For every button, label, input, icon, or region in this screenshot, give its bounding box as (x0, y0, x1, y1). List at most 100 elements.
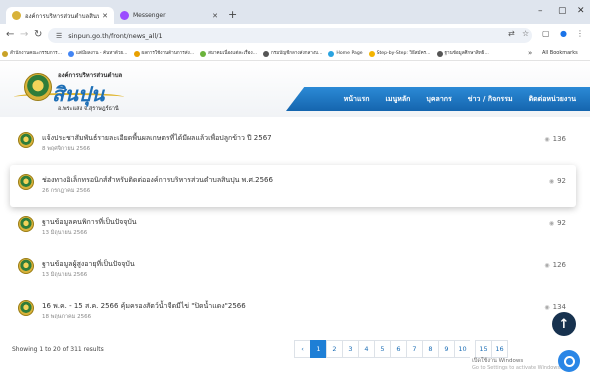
org-seal-icon (18, 300, 34, 316)
bookmark-favicon-icon (436, 50, 443, 57)
bookmark-favicon-icon (2, 50, 8, 57)
bookmark-favicon-icon (68, 50, 75, 57)
tab-sinpun[interactable]: องค์การบริหารส่วนตำบลสินปุน อ.เขา ✕ (6, 7, 114, 24)
news-date: 13 มิถุนายน 2566 (42, 230, 88, 236)
nav-main-menu[interactable]: เมนูหลัก (385, 94, 410, 105)
bookmark-item[interactable]: Home Page (328, 50, 363, 57)
page-button[interactable]: 1 (310, 340, 327, 358)
activate-windows-title: เปิดใช้งาน Windows (472, 358, 524, 364)
page-button[interactable]: 9 (438, 340, 455, 358)
messenger-chat-button[interactable] (558, 350, 580, 372)
nav-home[interactable]: หน้าแรก (344, 94, 370, 105)
reload-icon[interactable]: ↻ (34, 29, 42, 40)
bookmark-item[interactable]: กรมบัญชีกลางส่งกลางบ... (263, 50, 322, 57)
nav-contact[interactable]: ติดต่อหน่วยงาน (529, 94, 576, 105)
page-button[interactable]: 2 (326, 340, 343, 358)
view-count: ◉ 126 (544, 261, 566, 269)
news-title[interactable]: ช่องทางอิเล็กทรอนิกส์สำหรับติดต่อองค์การ… (42, 175, 273, 186)
menu-kebab-icon[interactable]: ⋮ (576, 29, 584, 38)
nav-news[interactable]: ข่าว / กิจกรรม (468, 94, 513, 105)
list-item[interactable]: ฐานข้อมูลคนพิการที่เป็นปัจจุบัน 13 มิถุน… (10, 207, 576, 249)
page-button[interactable]: 3 (342, 340, 359, 358)
profile-avatar-icon[interactable]: ● (560, 29, 567, 38)
page-button[interactable]: 10 (454, 340, 471, 358)
all-bookmarks-button[interactable]: All Bookmarks (542, 50, 578, 56)
bookmark-favicon-icon (133, 50, 140, 57)
eye-icon: ◉ (544, 135, 550, 143)
page-button[interactable]: 7 (406, 340, 423, 358)
bookmarks-bar: สำนักงานคณะกรรมการ... แต่มีผลงาน - ค้นหา… (0, 47, 590, 61)
prev-page-button[interactable]: ‹ (294, 340, 311, 358)
page-button[interactable]: 6 (390, 340, 407, 358)
org-seal-icon (18, 216, 34, 232)
page-button[interactable]: 15 (475, 340, 492, 358)
back-arrow-icon[interactable]: ← (6, 29, 14, 40)
news-title[interactable]: ฐานข้อมูลคนพิการที่เป็นปัจจุบัน (42, 217, 137, 228)
maximize-button[interactable]: ▢ (558, 6, 567, 16)
page-button[interactable]: 4 (358, 340, 375, 358)
extensions-icon[interactable]: ▢ (542, 29, 550, 38)
bookmark-star-icon[interactable]: ☆ (522, 29, 529, 38)
results-count: Showing 1 to 20 of 311 results (12, 346, 104, 353)
bookmark-favicon-icon (200, 50, 207, 57)
org-seal-icon (18, 132, 34, 148)
address-bar[interactable]: ☰ sinpun.go.th/front/news_all/1 (48, 28, 532, 43)
tab-title: Messenger (133, 12, 166, 19)
bookmark-favicon-icon (263, 50, 270, 57)
list-item[interactable]: ฐานข้อมูลผู้สูงอายุที่เป็นปัจจุบัน 13 มิ… (10, 249, 576, 291)
bookmark-item[interactable]: สมาคมเนื่องแต่ละเรื่อง... (200, 50, 257, 57)
view-count: ◉ 136 (544, 135, 566, 143)
site-info-icon[interactable]: ☰ (56, 32, 62, 40)
page-button[interactable]: 5 (374, 340, 391, 358)
more-bookmarks-button[interactable]: » (528, 49, 532, 57)
close-tab-icon[interactable]: ✕ (212, 12, 218, 20)
translate-icon[interactable]: ⇄ (508, 29, 515, 38)
list-item[interactable]: 16 พ.ค. - 15 ส.ค. 2566 คุ้มครองสัตว์น้ำจ… (10, 291, 576, 333)
news-date: 8 พฤศจิกายน 2566 (42, 146, 91, 152)
scroll-to-top-button[interactable]: ↑ (552, 312, 576, 336)
list-item[interactable]: ช่องทางอิเล็กทรอนิกส์สำหรับติดต่อองค์การ… (10, 165, 576, 207)
arrow-up-icon: ↑ (558, 316, 570, 332)
org-seal-icon (18, 258, 34, 274)
close-window-button[interactable]: ✕ (577, 6, 585, 16)
browser-toolbar: ← → ↻ ☰ sinpun.go.th/front/news_all/1 ⇄ … (0, 24, 590, 47)
view-count: ◉ 92 (548, 219, 566, 227)
news-title[interactable]: ฐานข้อมูลผู้สูงอายุที่เป็นปัจจุบัน (42, 259, 135, 270)
forward-arrow-icon[interactable]: → (20, 29, 28, 40)
site-header: องค์การบริหารส่วนตำบล สินปุน อ.พระแสง จ.… (0, 61, 590, 117)
news-title[interactable]: 16 พ.ค. - 15 ส.ค. 2566 คุ้มครองสัตว์น้ำจ… (42, 301, 246, 312)
bookmark-favicon-icon (328, 50, 335, 57)
bookmark-item[interactable]: Step-by-Step: วิธีสมัคร... (368, 50, 431, 57)
page-button[interactable]: 8 (422, 340, 439, 358)
main-nav: หน้าแรก เมนูหลัก บุคลากร ข่าว / กิจกรรม … (286, 87, 590, 111)
close-tab-icon[interactable]: ✕ (102, 12, 108, 20)
activate-windows-watermark: เปิดใช้งาน Windows Go to Settings to act… (472, 358, 562, 372)
org-seal-logo-icon[interactable] (24, 73, 52, 101)
page-button[interactable]: 16 (491, 340, 508, 358)
nav-personnel[interactable]: บุคลากร (426, 94, 451, 105)
view-count: ◉ 134 (544, 303, 566, 311)
org-seal-icon (18, 174, 34, 190)
news-title[interactable]: แจ้งประชาสัมพันธ์รายละเอียดพื้นผลเกษตรที… (42, 133, 272, 144)
list-item[interactable]: แจ้งประชาสัมพันธ์รายละเอียดพื้นผลเกษตรที… (10, 123, 576, 165)
url-text: sinpun.go.th/front/news_all/1 (68, 31, 163, 40)
eye-icon: ◉ (544, 261, 550, 269)
tab-messenger[interactable]: Messenger ✕ (114, 7, 224, 24)
bookmark-item[interactable]: สำนักงานคณะกรรมการ... (2, 50, 62, 57)
new-tab-button[interactable]: + (228, 8, 237, 21)
bookmark-favicon-icon (368, 50, 375, 57)
eye-icon: ◉ (544, 303, 550, 311)
chat-icon (563, 355, 575, 367)
news-date: 26 กรกฎาคม 2566 (42, 188, 91, 194)
activate-windows-subtitle: Go to Settings to activate Windows. (472, 365, 562, 371)
eye-icon: ◉ (548, 177, 555, 185)
bookmark-item[interactable]: แต่มีผลงาน - ค้นหาด้วย... (68, 50, 128, 57)
browser-tab-strip: องค์การบริหารส่วนตำบลสินปุน อ.เขา ✕ Mess… (0, 0, 590, 24)
messenger-icon (120, 11, 129, 20)
district-province: อ.พระแสง จ.สุราษฎร์ธานี (58, 106, 119, 112)
bookmark-item[interactable]: ฐานข้อมูลศึกษาสิทธิ... (436, 50, 489, 57)
eye-icon: ◉ (548, 219, 555, 227)
bookmark-item[interactable]: ผลการใช้งานด้านการส่ง... (133, 50, 194, 57)
minimize-button[interactable]: – (538, 6, 543, 16)
site-favicon-icon (12, 11, 21, 20)
